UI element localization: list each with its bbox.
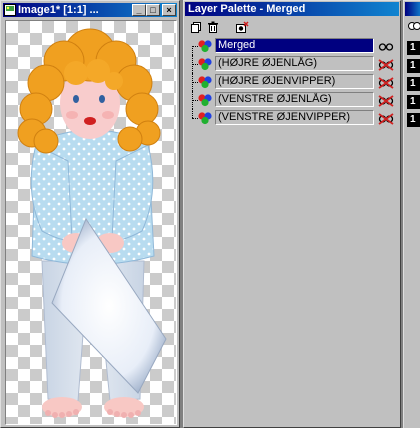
side-palette-chip[interactable]: 1 xyxy=(407,41,420,55)
tree-line xyxy=(192,46,193,55)
search-icon[interactable] xyxy=(407,21,420,35)
visibility-off-icon[interactable] xyxy=(378,111,394,125)
layer-palette-window[interactable]: Layer Palette - Merged Merged (HØJRE ØJEN… xyxy=(183,0,401,428)
layer-row[interactable]: (HØJRE ØJENLÅG) xyxy=(188,55,396,73)
layer-row[interactable]: Merged xyxy=(188,37,396,55)
layer-row[interactable]: (HØJRE ØJENVIPPER) xyxy=(188,73,396,91)
doll-illustration xyxy=(17,28,167,418)
raster-layer-icon xyxy=(198,40,212,53)
new-layer-icon[interactable] xyxy=(188,20,204,34)
minimize-button[interactable]: _ xyxy=(132,4,146,16)
image-window[interactable]: Image1* [1:1] ... _ □ × xyxy=(0,0,180,428)
layer-palette-titlebar[interactable]: Layer Palette - Merged xyxy=(185,2,399,16)
image-window-title: Image1* [1:1] ... xyxy=(18,4,99,16)
layer-name[interactable]: (VENSTRE ØJENLÅG) xyxy=(215,92,374,107)
visibility-off-icon[interactable] xyxy=(378,57,394,71)
side-palette-window[interactable]: 1 1 1 1 1 xyxy=(403,0,420,428)
layer-name[interactable]: (VENSTRE ØJENVIPPER) xyxy=(215,110,374,125)
layer-row[interactable]: (VENSTRE ØJENLÅG) xyxy=(188,91,396,109)
side-palette-titlebar[interactable] xyxy=(405,2,420,16)
side-palette-chip[interactable]: 1 xyxy=(407,59,420,73)
delete-layer-icon[interactable] xyxy=(205,20,221,34)
raster-layer-icon xyxy=(198,94,212,107)
layer-list: Merged (HØJRE ØJENLÅG) (HØJRE ØJENVIPPER) (… xyxy=(188,37,396,127)
layer-toolbar xyxy=(188,19,251,35)
side-palette-chip[interactable]: 1 xyxy=(407,113,420,127)
side-palette-chip[interactable]: 1 xyxy=(407,95,420,109)
visibility-off-icon[interactable] xyxy=(378,75,394,89)
raster-layer-icon xyxy=(198,76,212,89)
visibility-off-icon[interactable] xyxy=(378,93,394,107)
side-palette-chip[interactable]: 1 xyxy=(407,77,420,91)
raster-layer-icon xyxy=(198,58,212,71)
image-window-titlebar[interactable]: Image1* [1:1] ... _ □ × xyxy=(3,3,177,17)
layer-palette-title: Layer Palette - Merged xyxy=(188,3,306,15)
image-window-icon xyxy=(4,4,16,16)
tree-line xyxy=(192,109,193,118)
image-canvas[interactable] xyxy=(5,20,177,425)
layer-name[interactable]: Merged xyxy=(215,38,374,53)
mask-icon[interactable] xyxy=(234,20,250,34)
raster-layer-icon xyxy=(198,112,212,125)
visibility-on-icon[interactable] xyxy=(378,39,394,53)
maximize-button[interactable]: □ xyxy=(146,4,160,16)
layer-name[interactable]: (HØJRE ØJENLÅG) xyxy=(215,56,374,71)
layer-name[interactable]: (HØJRE ØJENVIPPER) xyxy=(215,74,374,89)
layer-row[interactable]: (VENSTRE ØJENVIPPER) xyxy=(188,109,396,127)
close-button[interactable]: × xyxy=(162,4,176,16)
